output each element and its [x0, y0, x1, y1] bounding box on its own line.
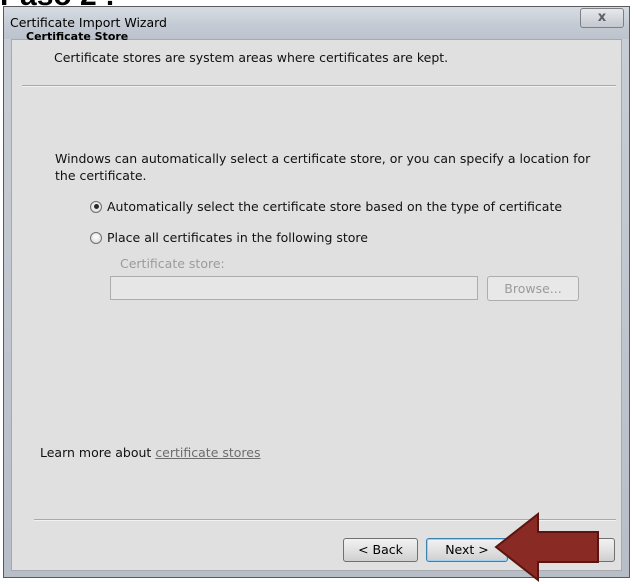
- header-separator: [22, 85, 616, 87]
- arrow-shape: [494, 511, 599, 583]
- intro-text: Windows can automatically select a certi…: [55, 151, 591, 183]
- certificate-stores-link[interactable]: certificate stores: [155, 445, 260, 460]
- option-automatic[interactable]: Automatically select the certificate sto…: [90, 199, 562, 214]
- option-automatic-label: Automatically select the certificate sto…: [107, 199, 563, 214]
- option-place-in-store-label: Place all certificates in the following …: [107, 230, 368, 245]
- option-place-in-store[interactable]: Place all certificates in the following …: [90, 230, 368, 245]
- radio-place-in-store[interactable]: [90, 231, 102, 244]
- left-arrow-pointer-icon: [494, 511, 599, 583]
- certificate-store-label: Certificate store:: [120, 256, 225, 271]
- window-title: Certificate Import Wizard: [10, 15, 167, 30]
- section-title: Certificate Store: [26, 30, 129, 43]
- learn-more-text: Learn more about certificate stores: [40, 445, 261, 460]
- radio-automatic-selected[interactable]: [90, 200, 102, 213]
- back-button[interactable]: < Back: [343, 538, 418, 562]
- browse-button[interactable]: Browse...: [487, 276, 579, 301]
- section-description: Certificate stores are system areas wher…: [54, 50, 449, 65]
- wizard-content: [11, 39, 622, 571]
- close-icon: x: [597, 10, 607, 25]
- close-button[interactable]: x: [580, 8, 624, 28]
- certificate-store-input[interactable]: [110, 276, 478, 300]
- learn-more-prefix: Learn more about: [40, 445, 156, 460]
